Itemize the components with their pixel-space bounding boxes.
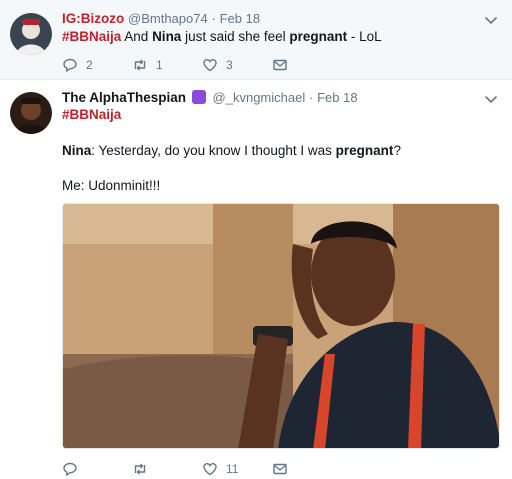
chevron-down-icon[interactable] [484, 92, 498, 106]
retweet-button[interactable] [132, 461, 202, 477]
hashtag-link[interactable]: #BBNaija [62, 29, 121, 44]
text-segment: : Yesterday, do you know I thought I was [91, 143, 336, 158]
text-segment: And [121, 29, 153, 44]
retweet-icon [134, 59, 146, 71]
user-handle[interactable]: @_kvngmichael [213, 90, 306, 105]
avatar[interactable] [10, 13, 52, 55]
text-bold: pregnant [289, 29, 348, 44]
direct-message-button[interactable] [272, 461, 312, 477]
reply-button[interactable]: 2 [62, 57, 132, 73]
like-count: 3 [226, 58, 233, 72]
reply-count: 2 [86, 58, 93, 72]
like-count: 11 [226, 462, 239, 476]
tweet-item-1[interactable]: IG:Bizozo @Bmthapo74 · Feb 18 #BBNaija A… [0, 0, 512, 80]
direct-message-button[interactable] [272, 57, 312, 73]
retweet-button[interactable]: 1 [132, 57, 202, 73]
tweet-date[interactable]: Feb 18 [317, 90, 357, 105]
hashtag-link[interactable]: #BBNaija [62, 107, 121, 122]
tweet-header: IG:Bizozo @Bmthapo74 · Feb 18 [62, 11, 260, 26]
tweet-header: The AlphaThespian @_kvngmichael · Feb 18 [62, 90, 358, 105]
like-button[interactable]: 11 [202, 461, 272, 477]
display-name[interactable]: IG:Bizozo [62, 11, 124, 26]
tweet-date[interactable]: Feb 18 [220, 11, 260, 26]
tweet-item-2[interactable]: The AlphaThespian @_kvngmichael · Feb 18… [0, 81, 512, 479]
heart-icon [203, 462, 217, 476]
text-bold: pregnant [335, 143, 394, 158]
tweet-text-line-1: Nina: Yesterday, do you know I thought I… [62, 143, 401, 158]
envelope-icon [273, 59, 287, 71]
separator-dot: · [211, 11, 216, 26]
tweet-hashtag: #BBNaija [62, 107, 121, 122]
display-name[interactable]: The AlphaThespian [62, 90, 186, 105]
tweet-text-line-2: Me: Udonminit!!! [62, 178, 161, 193]
tweet-text: #BBNaija And Nina just said she feel pre… [62, 29, 382, 44]
retweet-icon [134, 463, 146, 475]
avatar[interactable] [10, 92, 52, 134]
text-bold: Nina [152, 29, 182, 44]
retweet-count: 1 [156, 58, 163, 72]
user-handle[interactable]: @Bmthapo74 [128, 11, 208, 26]
tweet-media-image[interactable] [62, 203, 500, 449]
reply-icon [63, 58, 77, 73]
tweet-actions: 2 1 3 [62, 56, 312, 74]
text-segment: - LoL [347, 29, 382, 44]
text-segment: ? [393, 143, 401, 158]
reply-icon [63, 462, 77, 477]
verified-style-badge-icon [191, 90, 206, 104]
chevron-down-icon[interactable] [484, 13, 498, 27]
like-button[interactable]: 3 [202, 57, 272, 73]
reply-button[interactable] [62, 461, 132, 477]
text-segment: just said she feel [181, 29, 290, 44]
envelope-icon [273, 463, 287, 475]
text-bold: Nina [62, 143, 92, 158]
separator-dot: · [309, 90, 314, 105]
heart-icon [203, 58, 217, 72]
tweet-actions: 11 [62, 460, 312, 478]
